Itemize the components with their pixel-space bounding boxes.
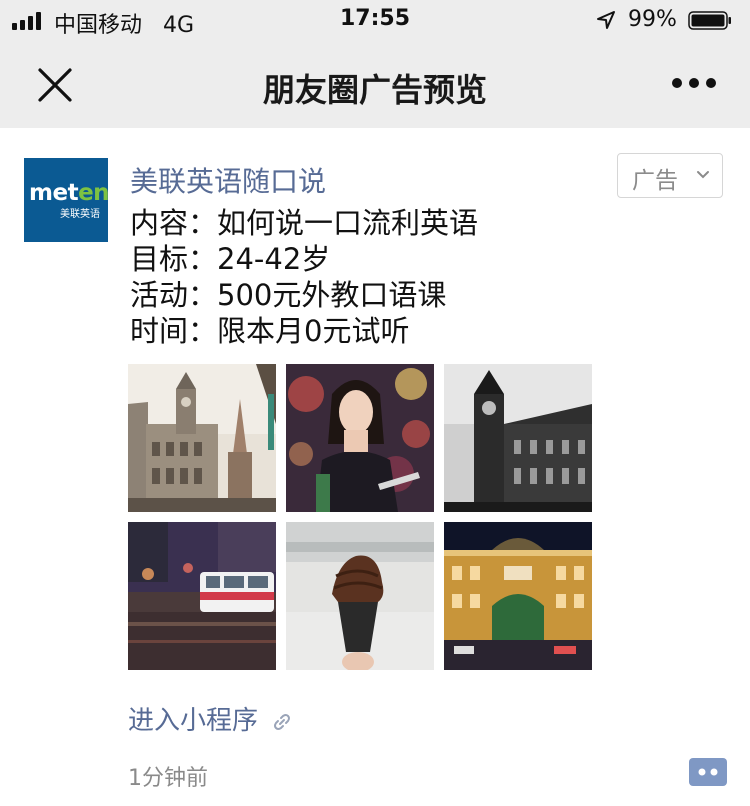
mini-program-link[interactable]: 进入小程序 [128,700,292,737]
ad-label: 广告 [632,168,678,194]
page-title: 朋友圈广告预览 [262,71,487,109]
image-grid [128,364,594,670]
avatar-logo: meten [29,180,110,206]
nav-bar: 朋友圈广告预览 [0,40,750,128]
ad-badge-button[interactable]: 广告 [617,153,723,198]
battery-icon [688,11,731,30]
more-icon[interactable] [672,76,716,90]
image-woman-portrait[interactable] [286,364,434,512]
post-line-content: 内容：如何说一口流利英语 [130,206,479,240]
mini-program-label: 进入小程序 [128,706,259,736]
image-ice-cream[interactable] [286,522,434,670]
post-line-activity: 活动：500元外教口语课 [130,278,447,312]
image-station-night[interactable] [444,522,592,670]
status-bar: 中国移动 4G 17:55 99% [0,0,750,40]
post-timestamp: 1分钟前 [128,766,208,791]
moments-ad-preview: 中国移动 4G 17:55 99% 朋友圈广告预览 meten 美联英语 美联英… [0,0,750,806]
image-city-hall[interactable] [128,364,276,512]
image-clock-tower[interactable] [444,364,592,512]
avatar[interactable]: meten 美联英语 [24,158,110,242]
author-name[interactable]: 美联英语随口说 [130,160,326,200]
post-line-target: 目标：24-42岁 [130,242,331,276]
post-line-time: 时间：限本月0元试听 [130,314,410,348]
link-icon [274,713,291,730]
header-area: 中国移动 4G 17:55 99% 朋友圈广告预览 [0,0,750,128]
location-arrow-icon [597,11,615,29]
chevron-down-icon [697,171,709,179]
avatar-subtitle: 美联英语 [60,209,100,220]
post-text: 内容：如何说一口流利英语 目标：24-42岁 活动：500元外教口语课 时间：限… [130,205,690,349]
battery-percent: 99% [628,7,677,32]
image-tram-night[interactable] [128,522,276,670]
comment-more-icon[interactable] [689,758,727,786]
